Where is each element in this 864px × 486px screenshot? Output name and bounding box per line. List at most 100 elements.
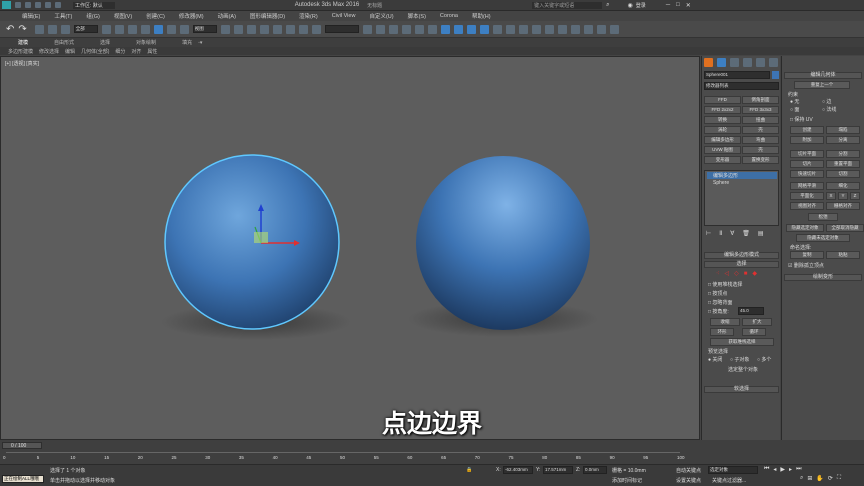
rollout-edit-geometry[interactable]: 编辑几何体 (784, 72, 862, 79)
x-coordinate[interactable]: -62.403mm (503, 466, 533, 474)
menu-help[interactable]: 帮助(H) (472, 12, 491, 20)
check-ignore-backfacing[interactable]: □ 忽略背面 (708, 299, 732, 306)
mod-button-12[interactable]: 变形器 (704, 156, 741, 164)
tab-populate[interactable]: 填充 (182, 39, 192, 46)
select-by-name-icon[interactable] (114, 24, 124, 34)
grow-button[interactable]: 扩大 (742, 318, 772, 326)
rollout-paint-deformation[interactable]: 绘制变形 (784, 274, 862, 281)
pivot-icon[interactable] (220, 24, 230, 34)
unlink-icon[interactable] (47, 24, 57, 34)
show-end-result-icon[interactable]: Ⅱ (719, 230, 722, 237)
menu-views[interactable]: 视图(V) (114, 12, 132, 20)
schematic-icon[interactable] (427, 24, 437, 34)
go-to-start-icon[interactable]: ⏮ (764, 466, 769, 473)
select-object-icon[interactable] (101, 24, 111, 34)
corona-proxy-icon[interactable] (557, 24, 567, 34)
user-icon[interactable]: ◉ (628, 2, 633, 9)
vertex-level-icon[interactable]: ⁖ (716, 270, 720, 277)
reference-coord-selector[interactable]: 视图 (192, 25, 217, 33)
utilities-tab-icon[interactable] (769, 58, 778, 67)
configure-sets-icon[interactable]: ▤ (758, 230, 764, 237)
constraint-edge-radio[interactable]: ○ 边 (822, 98, 831, 105)
mod-button-10[interactable]: UVW 贴图 (704, 146, 741, 154)
edge-level-icon[interactable]: ◁ (725, 270, 730, 277)
menu-edit[interactable]: 编辑(E) (22, 12, 40, 20)
check-by-angle[interactable]: □ 按角度: (708, 308, 729, 315)
corona-material-icon[interactable] (518, 24, 528, 34)
go-to-end-icon[interactable]: ⏭ (796, 466, 801, 473)
mod-button-9[interactable]: 弯曲 (742, 136, 779, 144)
constraint-normal-radio[interactable]: ○ 法线 (822, 106, 836, 113)
app-icon[interactable] (2, 1, 11, 9)
rollout-edit-poly-mode[interactable]: 编辑多边形模式 (704, 252, 779, 259)
zoom-icon[interactable]: ⌕ (800, 475, 803, 482)
mod-button-6[interactable]: 涡轮 (704, 126, 741, 134)
menu-group[interactable]: 组(G) (86, 12, 99, 20)
mirror-icon[interactable] (362, 24, 372, 34)
login-button[interactable]: 登录 (636, 2, 646, 9)
check-use-stack[interactable]: □ 使用堆栈选择 (708, 281, 742, 288)
make-unique-icon[interactable]: ∀ (730, 230, 734, 237)
mod-button-7[interactable]: 壳 (742, 126, 779, 134)
ribbon-icon[interactable] (401, 24, 411, 34)
menu-animation[interactable]: 动画(A) (218, 12, 236, 20)
planar-x-button[interactable]: X (826, 192, 836, 200)
menu-create[interactable]: 创建(C) (146, 12, 165, 20)
polygon-level-icon[interactable]: ■ (744, 271, 748, 277)
keep-uv-checkbox[interactable]: □ 保持 UV (790, 116, 813, 123)
planar-z-button[interactable]: Z (850, 192, 860, 200)
new-icon[interactable] (15, 2, 21, 8)
modifier-list-dropdown[interactable]: 修改器列表 (704, 82, 779, 90)
create-button[interactable]: 创建 (790, 126, 824, 134)
perspective-viewport[interactable]: [+] [透视] [真实] (0, 56, 700, 440)
manipulate-icon[interactable] (233, 24, 243, 34)
angle-input[interactable]: 45.0 (738, 307, 764, 315)
rollout-soft-selection[interactable]: 软选择 (704, 386, 779, 393)
corona-sun-icon[interactable] (583, 24, 593, 34)
bind-icon[interactable] (60, 24, 70, 34)
maximize-button[interactable]: □ (676, 2, 680, 8)
corona-scatter-icon[interactable] (570, 24, 580, 34)
ribbon-toggle-icon[interactable]: ◦▾ (198, 40, 202, 46)
snap-icon[interactable] (259, 24, 269, 34)
link-icon[interactable] (34, 24, 44, 34)
ribbon-align[interactable]: 对齐 (131, 48, 141, 55)
ribbon-modify-selection[interactable]: 修改选择 (39, 48, 59, 55)
save-icon[interactable] (35, 2, 41, 8)
constraint-none-radio[interactable]: ● 无 (790, 98, 799, 105)
zoom-all-icon[interactable]: ⊞ (807, 475, 812, 482)
object-name-field[interactable]: Sphere001 (704, 71, 770, 79)
scale-icon[interactable] (179, 24, 189, 34)
unhide-all-button[interactable]: 全部取消隐藏 (826, 224, 864, 232)
window-crossing-icon[interactable] (140, 24, 150, 34)
layer-icon[interactable] (388, 24, 398, 34)
grid-align-button[interactable]: 栅格对齐 (826, 202, 860, 210)
preview-off-radio[interactable]: ● 关闭 (708, 356, 722, 363)
slice-plane-button[interactable]: 切片平面 (790, 150, 824, 158)
align-icon[interactable] (375, 24, 385, 34)
modifier-stack[interactable]: 编辑多边形 Sphere (704, 170, 779, 226)
cut-button[interactable]: 切割 (826, 170, 860, 178)
view-align-button[interactable]: 视图对齐 (790, 202, 824, 210)
time-slider[interactable]: 0 / 100 (2, 442, 42, 449)
time-ruler[interactable]: 0 5 10 15 20 25 30 35 40 45 50 55 60 65 70 75 80 85 90 95 10… (3, 452, 685, 464)
material-editor-icon[interactable] (440, 24, 450, 34)
key-filters-button[interactable]: 关键点过滤器... (712, 477, 746, 484)
collapse-button[interactable]: 塌陷 (826, 126, 860, 134)
mod-button-13[interactable]: 置换变形 (742, 156, 779, 164)
mod-button-2[interactable]: FFD 2x2x2 (704, 106, 741, 114)
reset-plane-button[interactable]: 重置平面 (826, 160, 860, 168)
delete-isolated-checkbox[interactable]: ☑ 删除孤立顶点 (788, 262, 824, 269)
selection-filter[interactable]: 全部 (73, 25, 98, 33)
tab-freeform[interactable]: 自由形式 (54, 39, 74, 46)
ribbon-subdivision[interactable]: 细分 (115, 48, 125, 55)
named-selection-set[interactable] (324, 25, 359, 33)
y-coordinate[interactable]: 17.571mm (543, 466, 573, 474)
motion-tab-icon[interactable] (743, 58, 752, 67)
ribbon-geometry-all[interactable]: 几何体(全部) (81, 48, 109, 55)
workspace-selector[interactable]: 工作区: 默认 (73, 1, 115, 9)
close-button[interactable]: ✕ (686, 2, 691, 9)
search-icon[interactable]: ⌕ (606, 2, 609, 9)
maxscript-listener[interactable]: 正在绘制ALL哦哦 (2, 475, 44, 483)
render-setup-icon[interactable] (453, 24, 463, 34)
